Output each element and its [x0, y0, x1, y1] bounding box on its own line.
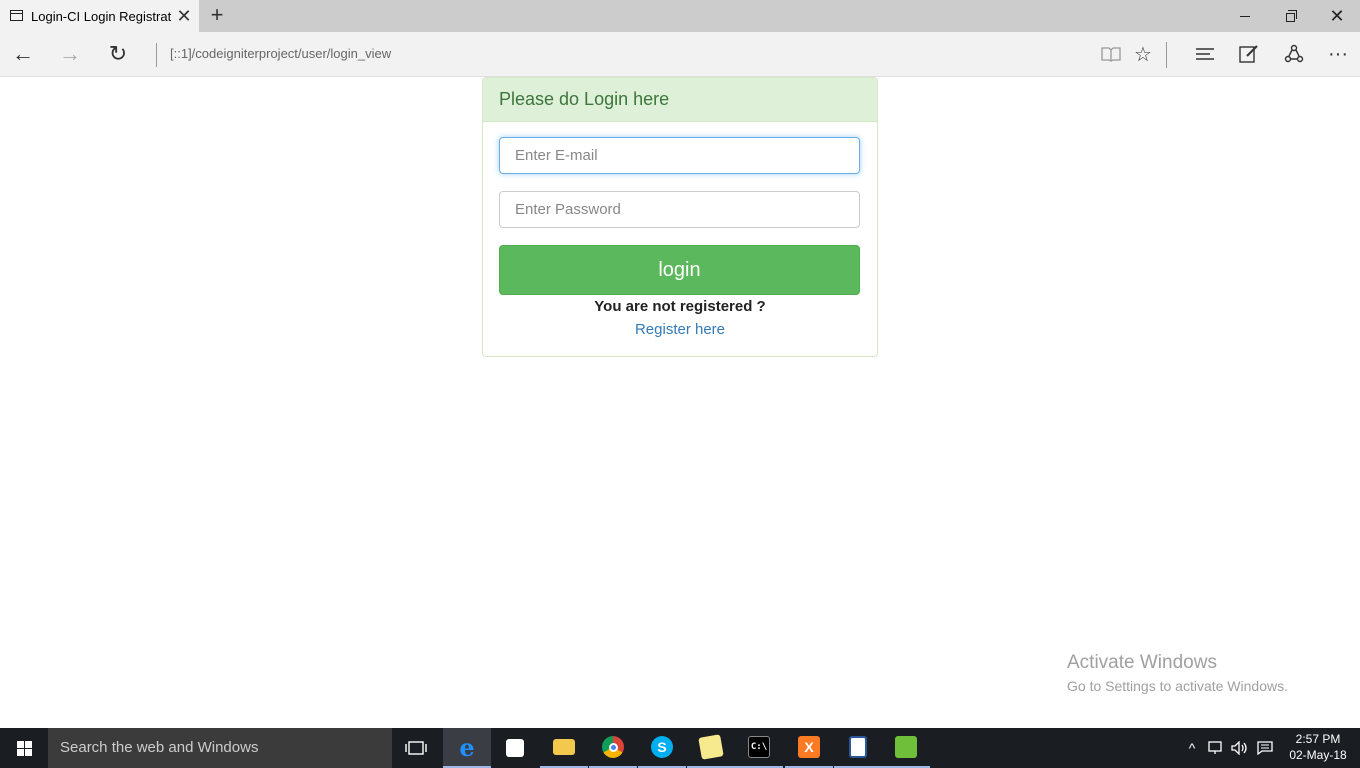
- minimize-icon: [1240, 15, 1250, 17]
- taskbar-store[interactable]: [491, 728, 539, 768]
- web-note-button[interactable]: [1234, 40, 1264, 68]
- activate-title: Activate Windows: [1067, 652, 1217, 673]
- clock-date: 02-May-18: [1289, 748, 1347, 762]
- edge-icon: e: [459, 732, 475, 762]
- register-link[interactable]: Register here: [483, 321, 877, 338]
- forward-button[interactable]: →: [55, 40, 85, 68]
- xampp-icon: X: [798, 736, 820, 758]
- task-view-button[interactable]: [392, 728, 440, 768]
- share-icon: [1284, 44, 1304, 63]
- tray-action-center[interactable]: [1255, 728, 1275, 768]
- taskbar-file-explorer[interactable]: [540, 728, 588, 768]
- tab-close-button[interactable]: ✕: [176, 6, 192, 26]
- task-view-icon: [405, 741, 427, 755]
- taskbar-notepad[interactable]: [834, 728, 882, 768]
- taskbar-chart-app[interactable]: [882, 728, 930, 768]
- panel-heading: Please do Login here: [483, 78, 877, 122]
- skype-icon: S: [651, 736, 673, 758]
- reading-view-button[interactable]: [1096, 40, 1126, 68]
- back-button[interactable]: ←: [8, 40, 38, 68]
- new-tab-button[interactable]: +: [206, 4, 228, 28]
- address-field[interactable]: [::1]/codeigniterproject/user/login_view: [170, 46, 391, 61]
- taskbar-clock[interactable]: 2:57 PM 02-May-18: [1283, 731, 1353, 763]
- login-panel: Please do Login here login You are not r…: [482, 77, 878, 357]
- taskbar-chrome[interactable]: [589, 728, 637, 768]
- hub-icon: [1196, 48, 1214, 60]
- folder-icon: [553, 739, 575, 755]
- browser-titlebar: Login-CI Login Registrat ✕ + ✕: [0, 0, 1360, 32]
- star-icon: ☆: [1134, 43, 1152, 66]
- taskbar: Search the web and Windows e S C:\ X ^ 2…: [0, 728, 1360, 768]
- login-button[interactable]: login: [499, 245, 860, 295]
- restore-icon: [1285, 10, 1297, 22]
- chrome-icon: [602, 736, 624, 758]
- more-icon: ···: [1328, 42, 1348, 65]
- taskbar-command-prompt[interactable]: C:\: [735, 728, 783, 768]
- password-field[interactable]: [499, 191, 860, 228]
- taskbar-search-box[interactable]: Search the web and Windows: [48, 728, 392, 768]
- browser-tab[interactable]: Login-CI Login Registrat ✕: [0, 0, 199, 32]
- taskbar-xampp[interactable]: X: [785, 728, 833, 768]
- start-button[interactable]: [0, 728, 48, 768]
- tray-volume[interactable]: [1230, 728, 1250, 768]
- store-icon: [506, 739, 524, 757]
- document-icon: [849, 736, 867, 758]
- not-registered-text: You are not registered ?: [594, 298, 766, 315]
- share-button[interactable]: [1279, 40, 1309, 68]
- arrow-right-icon: →: [59, 41, 81, 66]
- refresh-button[interactable]: ↻: [103, 40, 133, 68]
- favorite-button[interactable]: ☆: [1128, 40, 1158, 68]
- address-bar-row: ← → ↻ [::1]/codeigniterproject/user/logi…: [0, 32, 1360, 77]
- taskbar-skype[interactable]: S: [638, 728, 686, 768]
- close-window-button[interactable]: ✕: [1314, 0, 1360, 32]
- activate-windows-watermark: Activate Windows Go to Settings to activ…: [1067, 652, 1288, 694]
- hub-button[interactable]: [1190, 40, 1220, 68]
- panel-title: Please do Login here: [499, 89, 670, 109]
- network-icon: [1208, 741, 1222, 754]
- volume-icon: [1231, 741, 1247, 755]
- close-icon: ✕: [1329, 5, 1345, 26]
- taskbar-edge[interactable]: e: [443, 728, 491, 768]
- refresh-icon: ↻: [108, 41, 128, 66]
- toolbar-separator: [1166, 42, 1167, 68]
- email-field[interactable]: [499, 137, 860, 174]
- taskbar-sticky-notes[interactable]: [687, 728, 735, 768]
- tray-overflow-button[interactable]: ^: [1183, 728, 1201, 768]
- activate-subtitle: Go to Settings to activate Windows.: [1067, 678, 1288, 694]
- chart-icon: [895, 736, 917, 758]
- command-prompt-icon: C:\: [748, 736, 770, 758]
- chevron-up-icon: ^: [1188, 740, 1196, 756]
- notification-icon: [1257, 741, 1273, 755]
- arrow-left-icon: ←: [12, 41, 34, 66]
- page-icon: [10, 10, 23, 21]
- windows-logo-icon: [16, 740, 32, 756]
- pen-note-icon: [1239, 45, 1258, 63]
- tray-network[interactable]: [1207, 728, 1227, 768]
- address-separator: [156, 43, 157, 67]
- tab-title: Login-CI Login Registrat: [31, 9, 171, 24]
- more-button[interactable]: ···: [1323, 40, 1353, 68]
- sticky-notes-icon: [698, 734, 724, 760]
- clock-time: 2:57 PM: [1295, 732, 1341, 746]
- restore-button[interactable]: [1268, 0, 1314, 32]
- book-icon: [1101, 47, 1121, 62]
- minimize-button[interactable]: [1222, 0, 1268, 32]
